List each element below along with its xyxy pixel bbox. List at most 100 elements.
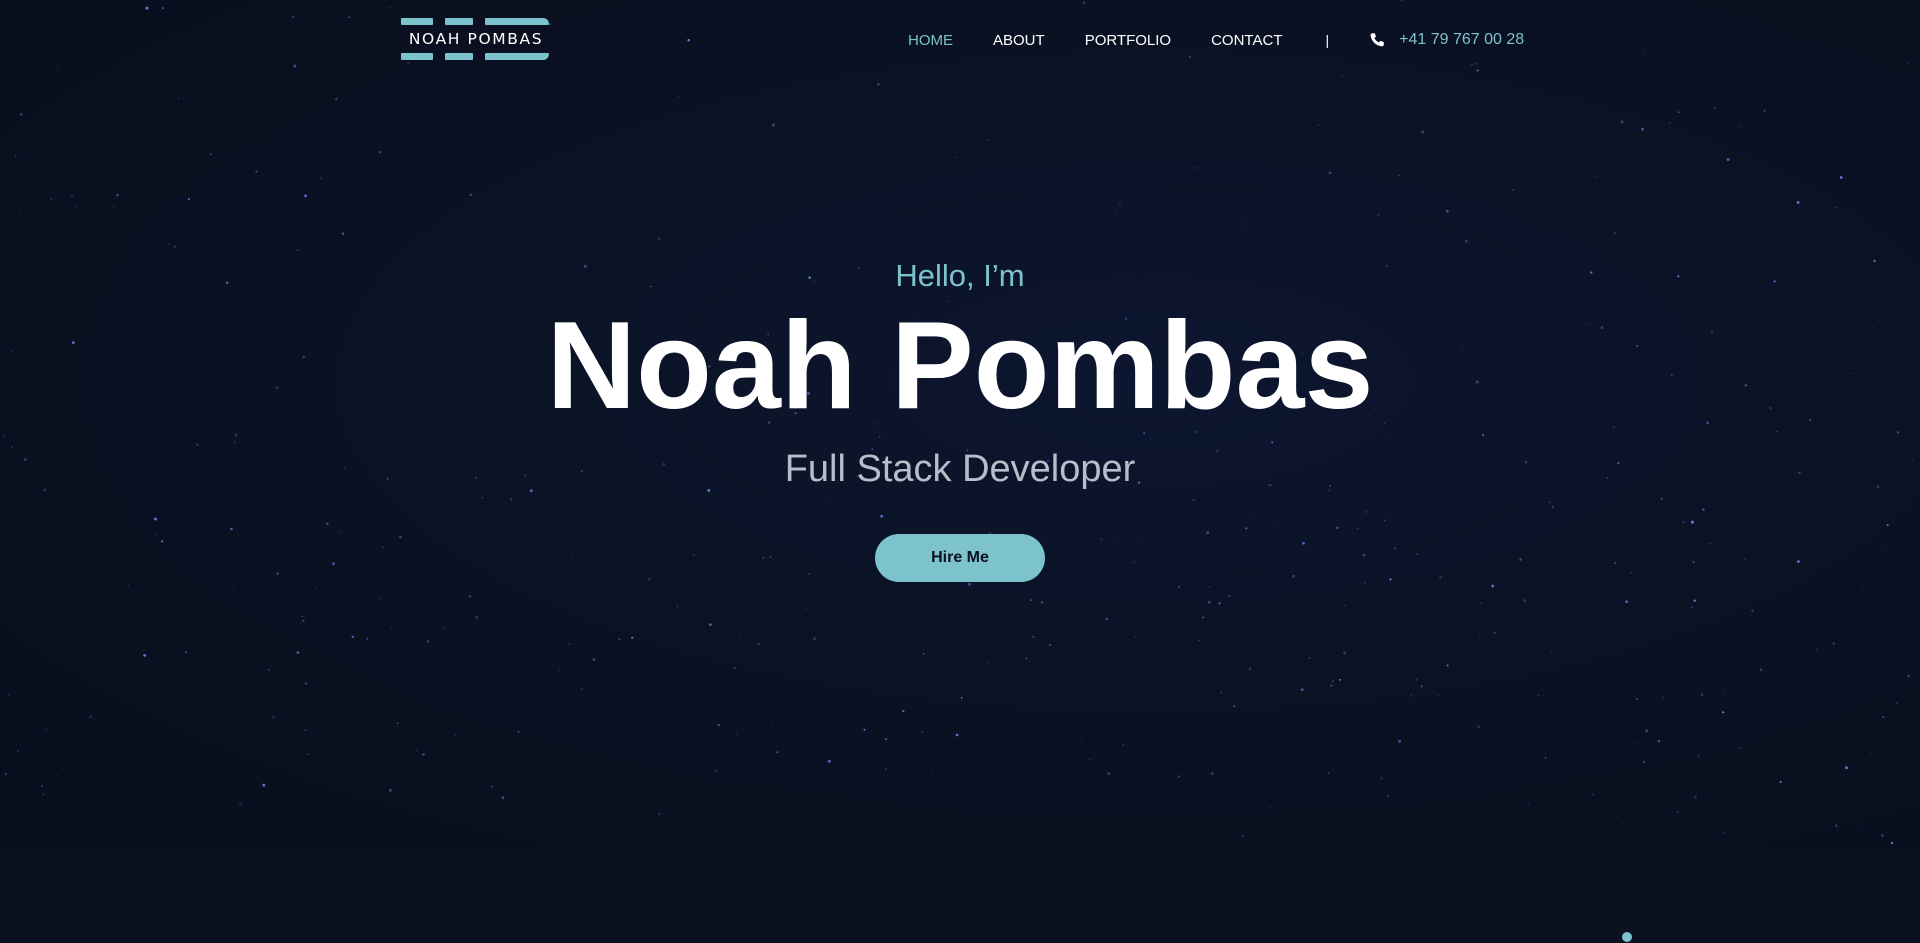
page: NOAH POMBAS HOME ABOUT PORTFOLIO CONTACT… — [0, 0, 1920, 943]
star — [1604, 736, 1606, 738]
star — [1832, 642, 1835, 645]
star — [239, 803, 242, 806]
star — [1714, 107, 1716, 109]
star — [272, 715, 275, 719]
star — [987, 139, 990, 142]
star — [154, 517, 157, 521]
star — [1596, 175, 1599, 178]
star — [1890, 841, 1894, 845]
star — [213, 729, 215, 731]
star — [1636, 698, 1639, 701]
star — [1389, 578, 1392, 581]
nav-item-home[interactable]: HOME — [908, 32, 953, 49]
star — [1330, 684, 1333, 688]
hero-section: NOAH POMBAS HOME ABOUT PORTFOLIO CONTACT… — [0, 0, 1920, 848]
star — [1863, 564, 1865, 567]
star — [884, 768, 888, 771]
star — [1474, 808, 1476, 810]
main-nav: HOME ABOUT PORTFOLIO CONTACT | +41 79 76… — [908, 28, 1524, 52]
scroll-indicator[interactable] — [1622, 932, 1632, 942]
star — [454, 734, 457, 737]
star — [351, 635, 355, 639]
hero-name: Noah Pombas — [546, 297, 1374, 435]
star — [733, 666, 736, 669]
star — [1228, 594, 1231, 597]
star — [783, 797, 786, 799]
nav-item-about[interactable]: ABOUT — [993, 32, 1045, 49]
star — [1599, 173, 1601, 175]
star — [1269, 806, 1271, 808]
star — [304, 194, 307, 198]
star — [1527, 702, 1529, 704]
star — [1591, 793, 1594, 796]
star — [304, 682, 308, 685]
star — [464, 639, 467, 641]
phone-number: +41 79 767 00 28 — [1399, 31, 1525, 48]
star — [366, 638, 369, 640]
star — [1835, 206, 1838, 209]
nav-item-contact[interactable]: CONTACT — [1211, 32, 1282, 49]
star — [863, 728, 866, 731]
site-header: NOAH POMBAS HOME ABOUT PORTFOLIO CONTACT… — [0, 0, 1920, 78]
star — [827, 759, 831, 763]
star — [1723, 831, 1726, 834]
star — [1116, 535, 1118, 538]
star — [677, 95, 680, 98]
star — [826, 500, 828, 501]
star — [592, 658, 596, 661]
star — [592, 94, 595, 96]
star — [960, 696, 963, 699]
star — [232, 585, 234, 587]
star — [1630, 572, 1632, 574]
star — [1217, 114, 1219, 116]
star — [558, 669, 560, 671]
star — [1288, 685, 1290, 687]
star — [89, 715, 93, 719]
phone-link[interactable]: +41 79 767 00 28 — [1369, 31, 1524, 49]
star — [397, 722, 399, 725]
star — [1480, 602, 1482, 604]
star — [1040, 601, 1044, 604]
star — [1089, 759, 1091, 761]
star — [568, 643, 571, 646]
star — [1464, 239, 1468, 243]
star — [1245, 223, 1247, 225]
star — [8, 694, 10, 696]
star — [173, 245, 177, 248]
star — [658, 813, 661, 816]
star — [1278, 522, 1281, 525]
star — [1692, 560, 1695, 564]
star — [155, 534, 158, 536]
star — [921, 731, 924, 733]
star — [1620, 120, 1624, 124]
star — [1550, 650, 1553, 653]
star — [1210, 772, 1214, 775]
star — [1177, 775, 1180, 778]
star — [1446, 209, 1449, 213]
star — [1446, 664, 1449, 667]
star — [1437, 694, 1439, 696]
star — [1679, 91, 1681, 93]
star — [230, 527, 233, 531]
star — [314, 587, 317, 590]
star — [1835, 824, 1838, 827]
star — [1241, 834, 1244, 838]
star — [1881, 834, 1884, 837]
star — [769, 556, 772, 559]
star — [233, 441, 236, 444]
nav-item-portfolio[interactable]: PORTFOLIO — [1085, 32, 1171, 49]
star — [1209, 586, 1211, 588]
star — [1870, 751, 1873, 754]
star — [422, 753, 425, 756]
star — [1292, 574, 1295, 578]
star — [1544, 756, 1547, 759]
star — [341, 232, 345, 236]
star — [877, 83, 880, 86]
star — [1641, 127, 1645, 131]
star — [1895, 701, 1899, 705]
star — [1855, 829, 1858, 831]
logo[interactable]: NOAH POMBAS — [401, 18, 551, 60]
star — [415, 749, 418, 753]
hire-me-button[interactable]: Hire Me — [875, 534, 1045, 582]
star — [475, 615, 478, 619]
